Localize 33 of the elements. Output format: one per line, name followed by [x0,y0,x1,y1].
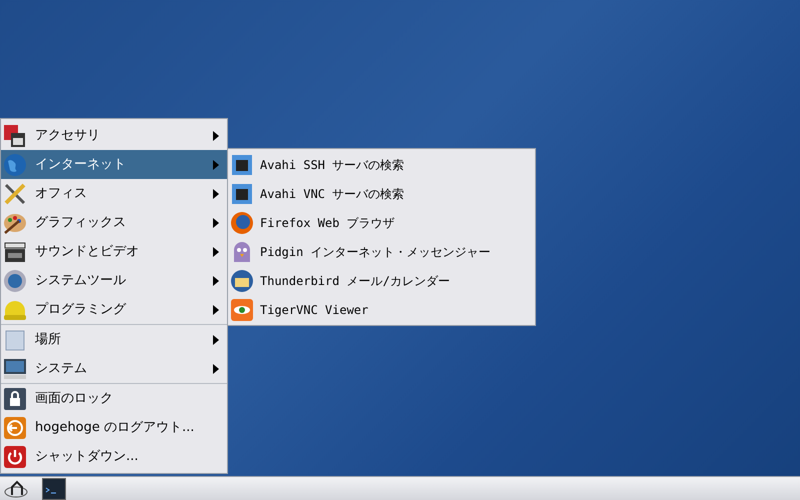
clapperboard-icon [3,240,27,264]
fox-globe-icon [230,210,254,234]
menu-item[interactable]: システム [1,354,227,383]
envelope-icon [230,268,254,292]
folder-icon [3,328,27,352]
globe-icon [3,152,27,176]
menu-item[interactable]: オフィス [1,179,227,208]
menu-item[interactable]: アクセサリ [1,121,227,150]
menu-item[interactable]: システムツール [1,266,227,295]
menu-item[interactable]: TigerVNC Viewer [228,295,535,324]
menu-item[interactable]: Avahi SSH サーバの検索 [228,150,535,179]
menu-item[interactable]: Avahi VNC サーバの検索 [228,179,535,208]
power-icon [3,444,27,468]
menu-item[interactable]: サウンドとビデオ [1,237,227,266]
network-icon [230,182,254,206]
menu-item[interactable]: Pidgin インターネット・メッセンジャー [228,237,535,266]
menu-item[interactable]: グラフィックス [1,208,227,237]
menu-item[interactable]: インターネット [1,150,227,179]
menu-item[interactable]: hogehoge のログアウト... [1,413,227,442]
lock-icon [3,386,27,410]
network-icon [230,152,254,176]
tiger-eye-icon [230,298,254,322]
start-menu-icon[interactable] [4,478,30,498]
menu-item[interactable]: 画面のロック [1,384,227,413]
menu-item[interactable]: Thunderbird メール/カレンダー [228,266,535,295]
logout-icon [3,416,27,440]
menu-item[interactable]: シャットダウン... [1,442,227,471]
menu-item[interactable]: プログラミング [1,295,227,324]
menu-item[interactable]: 場所 [1,325,227,354]
monitor-icon [3,356,27,380]
gear-icon [3,268,27,292]
terminal-icon[interactable] [42,478,66,500]
menu-item[interactable]: Firefox Web ブラウザ [228,208,535,237]
